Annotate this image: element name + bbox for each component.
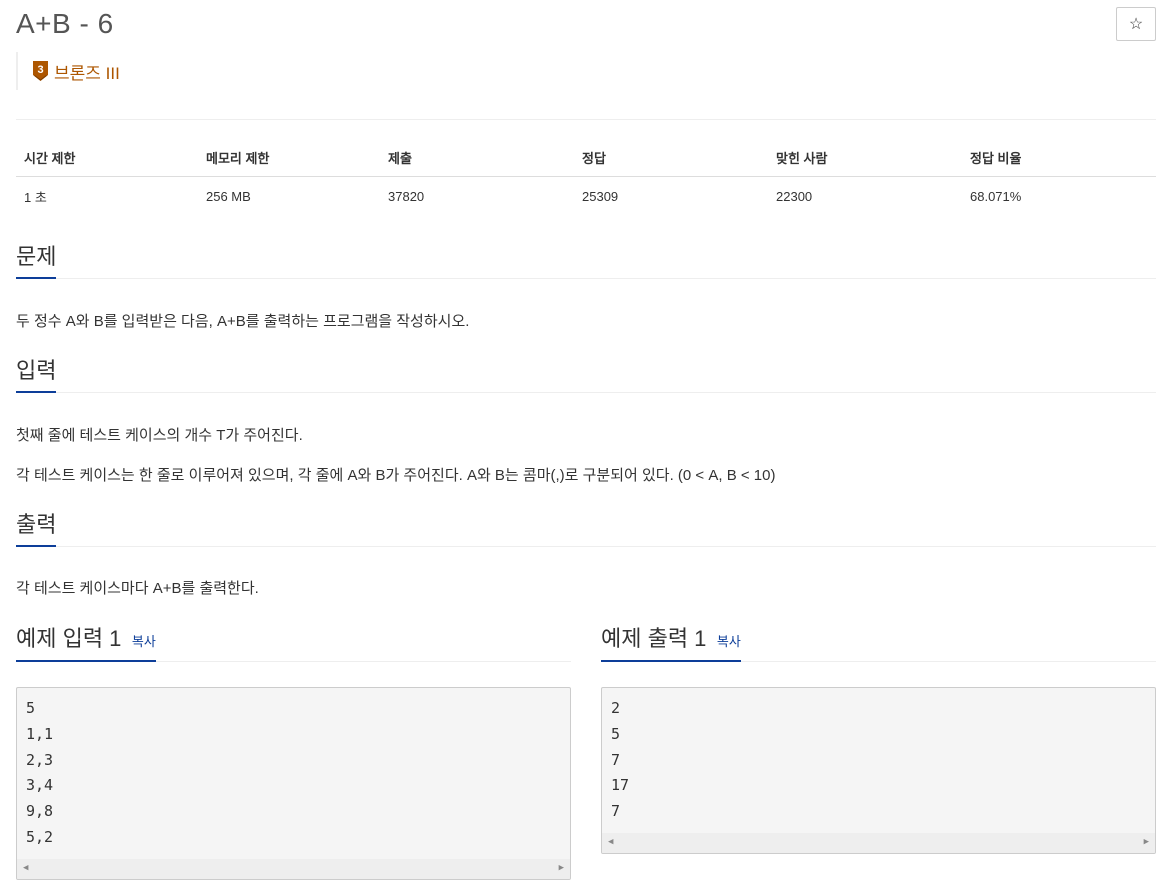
divider	[16, 119, 1156, 120]
scroll-left-icon[interactable]: ◀	[608, 830, 613, 853]
sample-input-heading-wrap: 예제 입력 1 복사	[16, 622, 156, 662]
sample-input-text: 5 1,1 2,3 3,4 9,8 5,2	[26, 699, 54, 846]
value-time-limit: 1 초	[24, 190, 47, 205]
problem-section-header: 문제	[16, 243, 1156, 279]
header-accept-ratio: 정답 비율	[962, 140, 1156, 177]
output-description: 각 테스트 케이스마다 A+B를 출력한다.	[16, 580, 259, 597]
sample-output-header: 예제 출력 1 복사	[601, 622, 1156, 662]
favorite-star-button[interactable]: ☆	[1116, 7, 1156, 41]
problem-info-table: 시간 제한 메모리 제한 제출 정답 맞힌 사람 정답 비율 1 초 256 M…	[16, 140, 1156, 216]
tier-badge-row: 3 브론즈 III	[16, 52, 120, 90]
sample-input-column: 예제 입력 1 복사 5 1,1 2,3 3,4 9,8 5,2 ◀ ▶	[16, 622, 571, 880]
copy-input-button[interactable]: 복사	[132, 634, 156, 649]
sample-input-heading: 예제 입력 1	[16, 626, 122, 651]
sample-output-box[interactable]: 2 5 7 17 7 ◀ ▶	[601, 687, 1156, 854]
scroll-right-icon[interactable]: ▶	[1144, 830, 1149, 853]
value-memory-limit: 256 MB	[206, 189, 251, 204]
value-submissions[interactable]: 37820	[380, 177, 574, 217]
output-section-header: 출력	[16, 511, 1156, 547]
sample-input-box[interactable]: 5 1,1 2,3 3,4 9,8 5,2 ◀ ▶	[16, 687, 571, 880]
sample-output-text: 2 5 7 17 7	[611, 699, 630, 821]
value-solved-users[interactable]: 22300	[768, 177, 962, 217]
sample-output-heading-wrap: 예제 출력 1 복사	[601, 622, 741, 662]
input-description-line-2: 각 테스트 케이스는 한 줄로 이루어져 있으며, 각 줄에 A와 B가 주어진…	[16, 467, 776, 484]
problem-title: A+B - 6	[16, 8, 114, 39]
input-description-line-1: 첫째 줄에 테스트 케이스의 개수 T가 주어진다.	[16, 427, 303, 444]
sample-output-heading: 예제 출력 1	[601, 626, 707, 651]
title-row: A+B - 6 ☆	[16, 0, 1156, 48]
header-accepted: 정답	[574, 140, 768, 177]
horizontal-scrollbar[interactable]: ◀ ▶	[17, 859, 570, 879]
scroll-left-icon[interactable]: ◀	[23, 856, 28, 879]
problem-description: 두 정수 A와 B를 입력받은 다음, A+B를 출력하는 프로그램을 작성하시…	[16, 313, 470, 330]
problem-page: A+B - 6 ☆ 3 브론즈 III 시간 제한 메모리 제한 제출 정답 맞…	[16, 0, 1156, 880]
info-header-row: 시간 제한 메모리 제한 제출 정답 맞힌 사람 정답 비율	[16, 140, 1156, 177]
value-accepted[interactable]: 25309	[574, 177, 768, 217]
problem-heading: 문제	[16, 243, 57, 279]
header-submissions: 제출	[380, 140, 574, 177]
info-value-row: 1 초 256 MB 37820 25309 22300 68.071%	[16, 177, 1156, 217]
sample-input-header: 예제 입력 1 복사	[16, 622, 571, 662]
output-heading: 출력	[16, 511, 57, 547]
bronze-tier-icon: 3	[33, 61, 48, 81]
scroll-right-icon[interactable]: ▶	[559, 856, 564, 879]
header-solved-users: 맞힌 사람	[768, 140, 962, 177]
tier-label: 브론즈 III	[54, 63, 120, 83]
tier-number: 3	[37, 64, 43, 76]
header-memory-limit: 메모리 제한	[198, 140, 380, 177]
star-icon: ☆	[1128, 16, 1144, 33]
horizontal-scrollbar[interactable]: ◀ ▶	[602, 833, 1155, 853]
header-time-limit: 시간 제한	[16, 140, 198, 177]
input-heading: 입력	[16, 357, 57, 393]
input-section-header: 입력	[16, 357, 1156, 393]
sample-output-column: 예제 출력 1 복사 2 5 7 17 7 ◀ ▶	[601, 622, 1156, 854]
value-accept-ratio: 68.071%	[970, 189, 1022, 204]
copy-output-button[interactable]: 복사	[717, 634, 741, 649]
